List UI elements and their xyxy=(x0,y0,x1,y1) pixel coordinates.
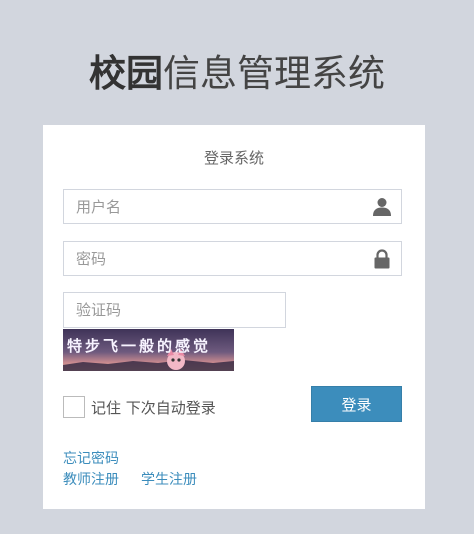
username-input[interactable] xyxy=(64,190,378,223)
login-box-heading: 登录系统 xyxy=(203,149,264,167)
remember-me: 记住 下次自动登录 xyxy=(63,395,216,419)
captcha-text: 特步飞一般的感觉 xyxy=(67,337,211,355)
page-title: 校园信息管理系统 xyxy=(0,48,474,100)
username-field xyxy=(63,189,402,224)
password-input[interactable] xyxy=(64,242,378,275)
remember-label: 记住 下次自动登录 xyxy=(91,398,216,417)
lock-icon xyxy=(373,249,391,269)
login-box: 登录系统 用户名 验证码 特步飞一般的感觉 记住 下次自动登录 登录 忘记密码 … xyxy=(43,125,425,509)
teacher-register-link[interactable]: 教师注册 xyxy=(63,469,119,489)
login-button[interactable]: 登录 xyxy=(311,386,402,422)
remember-checkbox[interactable] xyxy=(63,396,85,418)
student-register-link[interactable]: 学生注册 xyxy=(141,469,197,489)
password-field xyxy=(63,241,402,276)
forgot-password-link[interactable]: 忘记密码 xyxy=(63,448,119,468)
user-icon xyxy=(373,197,391,217)
captcha-field xyxy=(63,292,286,328)
captcha-image[interactable]: 特步飞一般的感觉 xyxy=(63,329,234,371)
page-title-rest: 信息管理系统 xyxy=(163,52,385,95)
captcha-input[interactable] xyxy=(64,293,284,327)
page-title-bold: 校园 xyxy=(89,52,163,95)
